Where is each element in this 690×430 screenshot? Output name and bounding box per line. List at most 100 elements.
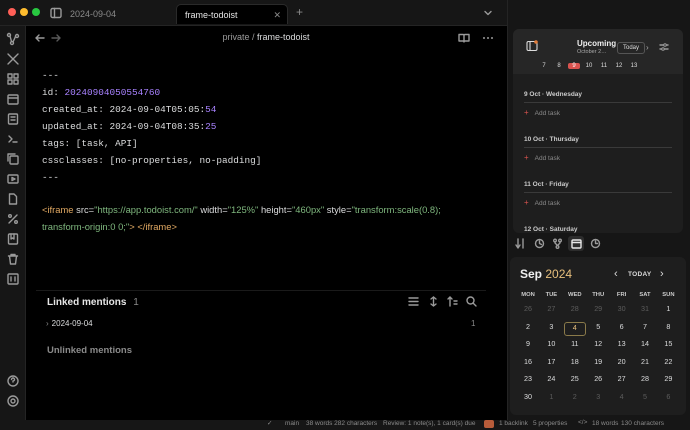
calendar-day[interactable]: 21 (634, 357, 656, 371)
calendar-day[interactable]: 29 (587, 304, 609, 318)
bookmark-icon[interactable] (6, 232, 20, 246)
iframe-code-line-2[interactable]: transform-origin:0 0;"> </iframe> (42, 221, 177, 232)
search-icon[interactable] (466, 296, 477, 307)
backlink-item[interactable]: › 2024-09-04 (46, 319, 93, 328)
calendar-pane-button[interactable] (568, 236, 584, 251)
linked-mentions-title[interactable]: Linked mentions 1 (47, 297, 139, 308)
dice-icon[interactable] (6, 52, 20, 66)
calendar-day[interactable]: 18 (564, 357, 586, 371)
calendar-day[interactable]: 6 (657, 392, 679, 406)
frontmatter-id[interactable]: id: 20240904050554760 (42, 87, 160, 98)
calendar-day[interactable]: 30 (611, 304, 633, 318)
calendar-day[interactable]: 12 (587, 339, 609, 353)
calendar-day[interactable]: 1 (657, 304, 679, 318)
collapse-results-icon[interactable] (408, 296, 419, 307)
calendar-next-icon[interactable]: › (660, 268, 664, 280)
clock-icon[interactable] (590, 238, 601, 249)
tab-list-chevron-icon[interactable] (482, 7, 494, 19)
new-tab-button[interactable]: + (296, 5, 303, 19)
unlinked-mentions-title[interactable]: Unlinked mentions (47, 345, 132, 356)
trash-icon[interactable] (6, 252, 20, 266)
calendar-day[interactable]: 3 (540, 322, 562, 336)
percent-icon[interactable] (6, 212, 20, 226)
frontmatter-tags[interactable]: tags: [task, API] (42, 138, 138, 149)
calendar-day[interactable]: 4 (611, 392, 633, 406)
add-task-button[interactable]: + Add task (524, 198, 560, 207)
todoist-day[interactable]: 11 (598, 63, 610, 69)
calendar-day[interactable]: 28 (564, 304, 586, 318)
calendar-day[interactable]: 15 (657, 339, 679, 353)
todoist-day[interactable]: 7 (538, 63, 550, 69)
todoist-day[interactable]: 10 (583, 63, 595, 69)
frontmatter-cssclasses[interactable]: cssclasses: [no-properties, no-padding] (42, 155, 261, 166)
daily-note-icon[interactable] (6, 92, 20, 106)
history-icon[interactable] (534, 238, 545, 249)
code-icon[interactable]: </> (578, 419, 587, 426)
add-task-button[interactable]: + Add task (524, 108, 560, 117)
todoist-today-button[interactable]: Today (617, 42, 646, 54)
calendar-day[interactable]: 7 (634, 322, 656, 336)
backlinks-pane-icon[interactable] (515, 238, 526, 249)
calendar-day[interactable]: 3 (587, 392, 609, 406)
frontmatter-created[interactable]: created_at: 2024-09-04T05:05:54 (42, 104, 216, 115)
calendar-day[interactable]: 31 (634, 304, 656, 318)
add-task-button[interactable]: + Add task (524, 153, 560, 162)
calendar-day[interactable]: 27 (540, 304, 562, 318)
tab-2024-09-04[interactable]: 2024-09-04 (62, 4, 124, 24)
calendar-day[interactable]: 30 (517, 392, 539, 406)
close-window-button[interactable] (8, 8, 16, 16)
git-branch[interactable]: main (285, 420, 299, 427)
calendar-day[interactable]: 25 (564, 374, 586, 388)
more-options-icon[interactable] (482, 32, 494, 44)
grid-icon[interactable] (6, 72, 20, 86)
command-icon[interactable] (6, 132, 20, 146)
calendar-day[interactable]: 4 (563, 321, 586, 336)
review-status[interactable]: Review: 1 note(s), 1 card(s) due (383, 420, 475, 427)
todoist-sidebar-icon[interactable] (526, 40, 538, 52)
calendar-day[interactable]: 22 (657, 357, 679, 371)
todoist-filter-icon[interactable] (659, 42, 669, 52)
todoist-day[interactable]: 13 (628, 63, 640, 69)
backlink-count[interactable]: 1 backlink (499, 420, 528, 427)
calendar-day[interactable]: 2 (564, 392, 586, 406)
iframe-code-line-1[interactable]: <iframe src="https://app.todoist.com/" w… (42, 204, 441, 215)
settings-icon[interactable] (6, 394, 20, 408)
sync-status-icon[interactable] (484, 420, 494, 428)
calendar-day[interactable]: 8 (657, 322, 679, 336)
sidebar-toggle-icon[interactable] (50, 7, 62, 19)
calendar-day[interactable]: 16 (517, 357, 539, 371)
calendar-day[interactable]: 5 (634, 392, 656, 406)
todoist-day[interactable]: 8 (553, 63, 565, 69)
todoist-month[interactable]: October 2… (577, 49, 607, 55)
calendar-day[interactable]: 5 (587, 322, 609, 336)
page-title[interactable]: frame-todoist (257, 32, 310, 42)
calendar-day[interactable]: 27 (611, 374, 633, 388)
todoist-next-icon[interactable]: › (646, 43, 649, 52)
calendar-day[interactable]: 17 (540, 357, 562, 371)
breadcrumb-folder[interactable]: private (222, 32, 249, 42)
minimize-window-button[interactable] (20, 8, 28, 16)
show-more-context-icon[interactable] (428, 296, 439, 307)
calendar-day[interactable]: 29 (657, 374, 679, 388)
todoist-day[interactable]: 12 (613, 63, 625, 69)
git-icon[interactable] (552, 238, 563, 249)
calendar-day[interactable]: 10 (540, 339, 562, 353)
close-tab-icon[interactable]: ✕ (273, 10, 281, 21)
frontmatter-updated[interactable]: updated_at: 2024-09-04T08:35:25 (42, 121, 216, 132)
calendar-day[interactable]: 11 (564, 339, 586, 353)
graph-icon[interactable] (6, 32, 20, 46)
calendar-prev-icon[interactable]: ‹ (614, 268, 618, 280)
calendar-day[interactable]: 26 (517, 304, 539, 318)
tab-frame-todoist[interactable]: frame-todoist ✕ (176, 4, 288, 24)
calendar-day[interactable]: 28 (634, 374, 656, 388)
todoist-day[interactable]: 9 (568, 63, 580, 69)
sort-icon[interactable] (447, 296, 458, 307)
calendar-day[interactable]: 9 (517, 339, 539, 353)
file-icon[interactable] (6, 192, 20, 206)
template-icon[interactable] (6, 112, 20, 126)
sync-icon[interactable] (6, 272, 20, 286)
reading-mode-icon[interactable] (458, 32, 470, 44)
calendar-day[interactable]: 1 (540, 392, 562, 406)
calendar-day[interactable]: 24 (540, 374, 562, 388)
calendar-day[interactable]: 2 (517, 322, 539, 336)
